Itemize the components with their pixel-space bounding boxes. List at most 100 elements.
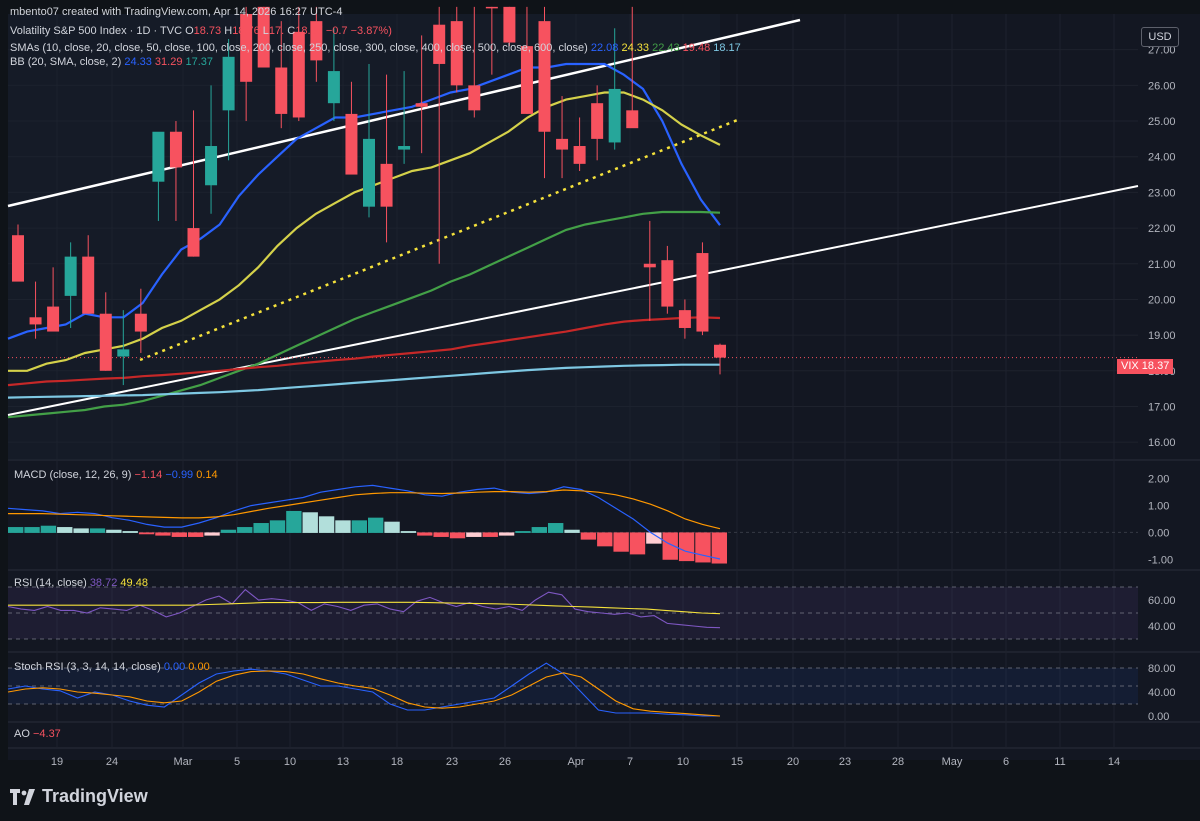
macd-histogram-bar (384, 521, 400, 533)
candle-body (134, 313, 147, 332)
macd-histogram-bar (89, 528, 106, 533)
time-axis-label: 14 (1108, 756, 1120, 768)
macd-histogram-bar (498, 532, 515, 536)
candle-body (327, 71, 340, 104)
candle-body (117, 349, 130, 357)
candle-body (99, 313, 112, 371)
candle-body (485, 6, 498, 9)
macd-histogram-bar (286, 510, 302, 533)
candle-body (626, 110, 639, 129)
candle-body (64, 256, 77, 296)
macd-histogram-bar (122, 531, 138, 533)
currency-button[interactable]: USD (1141, 27, 1179, 47)
macd-histogram-bar (237, 527, 253, 533)
candle-body (205, 146, 218, 186)
price-axis-label: 25.00 (1148, 116, 1176, 128)
candle-body (468, 85, 481, 111)
stoch-axis-label: 0.00 (1148, 711, 1169, 723)
candle-body (556, 138, 569, 150)
macd-histogram-bar (580, 532, 597, 540)
macd-histogram-bar (269, 520, 286, 533)
stoch-legend: Stoch RSI (3, 3, 14, 14, close) 0.00 0.0… (14, 661, 210, 673)
macd-axis-label: 1.00 (1148, 501, 1169, 513)
time-axis-label: May (942, 756, 963, 768)
candle-body (82, 256, 95, 314)
stoch-axis-label: 80.00 (1148, 663, 1176, 675)
time-axis-label: 15 (731, 756, 743, 768)
candle-body (608, 88, 621, 143)
time-axis-label: 7 (627, 756, 633, 768)
macd-histogram-bar (515, 531, 531, 533)
macd-histogram-bar (106, 529, 122, 533)
time-axis-label: 6 (1003, 756, 1009, 768)
tradingview-logo-icon (10, 788, 35, 805)
macd-histogram-bar (368, 517, 384, 533)
candle-body (222, 56, 235, 111)
candle-body (47, 306, 60, 332)
bb-legend: BB (20, SMA, close, 2) 24.33 31.29 17.37 (10, 56, 214, 68)
macd-histogram-bar (678, 532, 695, 562)
price-axis-label: 17.00 (1148, 401, 1176, 413)
macd-axis-label: -1.00 (1148, 554, 1173, 566)
time-axis-label: 28 (892, 756, 904, 768)
macd-histogram-bar (204, 532, 220, 536)
macd-legend: MACD (close, 12, 26, 9) −1.14 −0.99 0.14 (14, 469, 218, 481)
macd-histogram-bar (155, 532, 171, 536)
symbol-title: Volatility S&P 500 Index · 1D · TVC (10, 25, 183, 37)
macd-histogram-bar (318, 516, 335, 533)
rsi-axis-label: 60.00 (1148, 595, 1176, 607)
candle-body (29, 317, 42, 325)
price-axis-label: 20.00 (1148, 294, 1176, 306)
candle-body (415, 103, 428, 107)
candle-body (187, 228, 200, 257)
time-axis-label: 23 (839, 756, 851, 768)
macd-histogram-bar (482, 532, 498, 537)
macd-histogram-bar (449, 532, 466, 539)
ohlc-change: −0.7 (325, 25, 348, 37)
macd-histogram-bar (171, 532, 187, 537)
candle-body (678, 310, 691, 328)
macd-histogram-bar (433, 532, 449, 537)
ohlc-high: 18.76 (232, 25, 260, 37)
time-axis-label: 10 (677, 756, 689, 768)
time-axis-label: Mar (174, 756, 193, 768)
ohlc-close: 18.37 (295, 25, 323, 37)
time-axis-label: 5 (234, 756, 240, 768)
macd-histogram-bar (24, 527, 40, 533)
price-axis-label: 16.00 (1148, 437, 1176, 449)
last-price-tag: VIX 18.37 (1117, 359, 1174, 374)
macd-histogram-bar (138, 532, 155, 535)
candle-body (503, 6, 516, 43)
macd-histogram-bar (302, 512, 318, 533)
candle-body (275, 67, 288, 114)
time-axis-label: Apr (567, 756, 584, 768)
price-axis-label: 21.00 (1148, 259, 1176, 271)
time-axis-label: 26 (499, 756, 511, 768)
macd-histogram-bar (220, 529, 237, 533)
macd-axis-label: 0.00 (1148, 527, 1169, 539)
macd-histogram-bar (597, 532, 613, 547)
macd-histogram-bar (417, 532, 433, 536)
stoch-axis-label: 40.00 (1148, 687, 1176, 699)
candle-body (520, 46, 533, 114)
candle-body (573, 146, 586, 164)
macd-histogram-bar (351, 520, 367, 533)
time-axis-label: 24 (106, 756, 118, 768)
sma-legend: SMAs (10, close, 20, close, 50, close, 1… (10, 42, 741, 54)
time-axis-label: 11 (1054, 756, 1065, 768)
macd-histogram-bar (548, 523, 564, 533)
candle-body (380, 163, 393, 207)
ohlc-change-pct: −3.87%) (350, 25, 392, 37)
time-axis-label: 13 (337, 756, 349, 768)
candle-body (152, 131, 165, 182)
macd-axis-label: 2.00 (1148, 474, 1169, 486)
macd-histogram-bar (40, 525, 57, 533)
candle-body (363, 138, 375, 207)
macd-histogram-bar (629, 532, 646, 555)
macd-histogram-bar (466, 532, 482, 537)
ohlc-low: 17. (268, 25, 285, 37)
candle-body (591, 103, 604, 139)
chart-canvas[interactable]: 16.0017.0018.0019.0020.0021.0022.0023.00… (0, 0, 1200, 821)
macd-histogram-bar (335, 520, 351, 533)
macd-histogram-bar (8, 527, 24, 533)
